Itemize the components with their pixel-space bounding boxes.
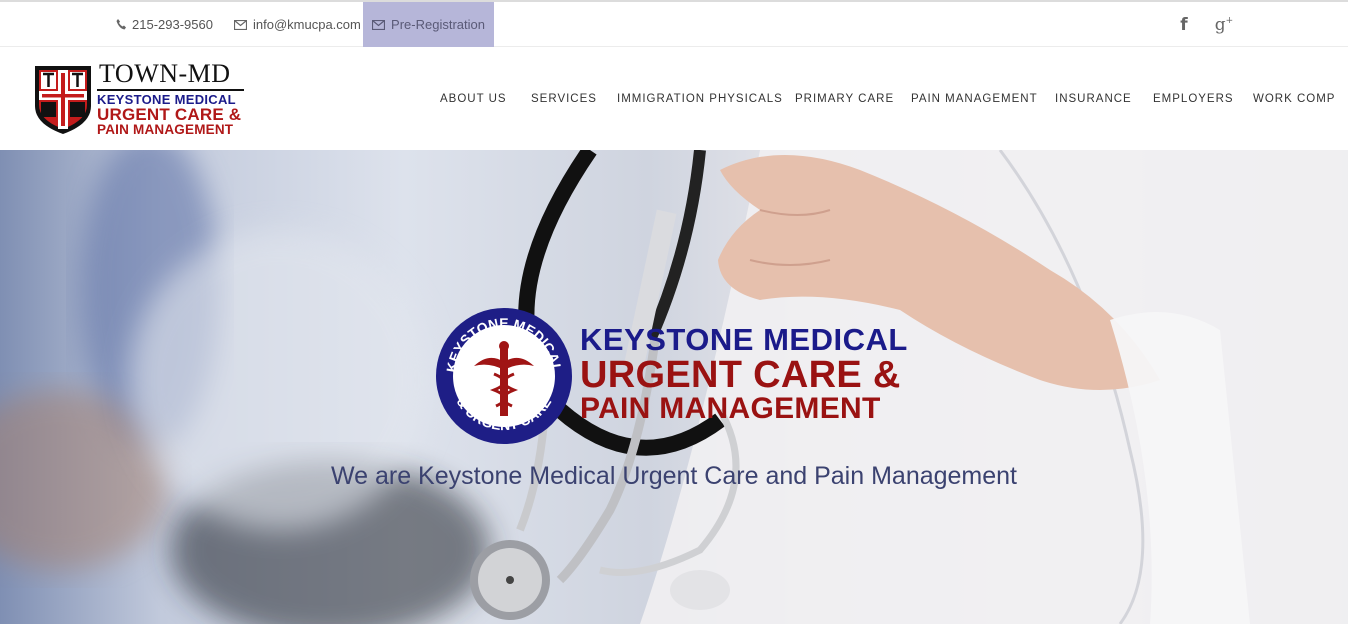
nav-item-immigration-physicals[interactable]: IMMIGRATION PHYSICALS	[617, 47, 783, 150]
nav-label: ABOUT US	[440, 92, 507, 105]
phone-number: 215-293-9560	[132, 17, 213, 32]
google-plus-icon[interactable]: g +	[1213, 2, 1235, 47]
nav-item-employers[interactable]: EMPLOYERS	[1153, 47, 1234, 150]
nav-label: WORK COMP	[1253, 92, 1336, 105]
nav-label: INSURANCE	[1055, 92, 1132, 105]
google-plus-sup: +	[1225, 15, 1234, 26]
nav-item-work-comp[interactable]: WORK COMP	[1253, 47, 1335, 150]
hero-logo-line-3: PAIN MANAGEMENT	[580, 392, 881, 425]
top-bar: 215-293-9560 info@kmucpa.com Pre-Registr…	[0, 0, 1348, 47]
google-plus-glyph: g	[1214, 14, 1226, 35]
phone-icon	[116, 19, 126, 30]
envelope-icon	[372, 19, 386, 30]
shield-logo-icon	[35, 66, 91, 134]
envelope-icon	[234, 19, 247, 30]
site-header: TOWN-MD KEYSTONE MEDICAL URGENT CARE & P…	[0, 47, 1348, 150]
nav-label: SERVICES	[531, 92, 597, 105]
email-link[interactable]: info@kmucpa.com	[234, 2, 361, 47]
phone-link[interactable]: 215-293-9560	[116, 2, 213, 47]
pre-registration-label: Pre-Registration	[391, 17, 485, 32]
hero-logo-line-1: KEYSTONE MEDICAL	[580, 322, 908, 357]
nav-item-insurance[interactable]: INSURANCE	[1055, 47, 1132, 150]
email-address: info@kmucpa.com	[253, 17, 361, 32]
logo-line-3: PAIN MANAGEMENT	[97, 122, 234, 137]
nav-label: IMMIGRATION PHYSICALS	[617, 92, 783, 105]
nav-item-about-us[interactable]: ABOUT US	[440, 47, 507, 150]
nav-label: PAIN MANAGEMENT	[911, 92, 1038, 105]
facebook-glyph: f	[1180, 14, 1188, 35]
hero-logo-line-2: URGENT CARE &	[580, 354, 901, 396]
nav-item-services[interactable]: SERVICES	[531, 47, 597, 150]
nav-item-primary-care[interactable]: PRIMARY CARE	[795, 47, 894, 150]
logo-title: TOWN-MD	[99, 59, 231, 88]
logo-divider	[97, 89, 244, 91]
hero-banner: KEYSTONE MEDICAL & URGENT CARE KEYSTONE …	[0, 150, 1348, 624]
pre-registration-button[interactable]: Pre-Registration	[363, 2, 494, 47]
caduceus-seal-icon: KEYSTONE MEDICAL & URGENT CARE	[436, 308, 572, 444]
nav-label: PRIMARY CARE	[795, 92, 895, 105]
hero-subtitle: We are Keystone Medical Urgent Care and …	[330, 462, 1018, 490]
hero-logo: KEYSTONE MEDICAL & URGENT CARE KEYSTONE …	[434, 304, 914, 448]
nav-item-pain-management[interactable]: PAIN MANAGEMENT	[911, 47, 1038, 150]
site-logo[interactable]: TOWN-MD KEYSTONE MEDICAL URGENT CARE & P…	[33, 59, 247, 138]
facebook-icon[interactable]: f	[1176, 2, 1192, 47]
nav-label: EMPLOYERS	[1153, 92, 1234, 105]
